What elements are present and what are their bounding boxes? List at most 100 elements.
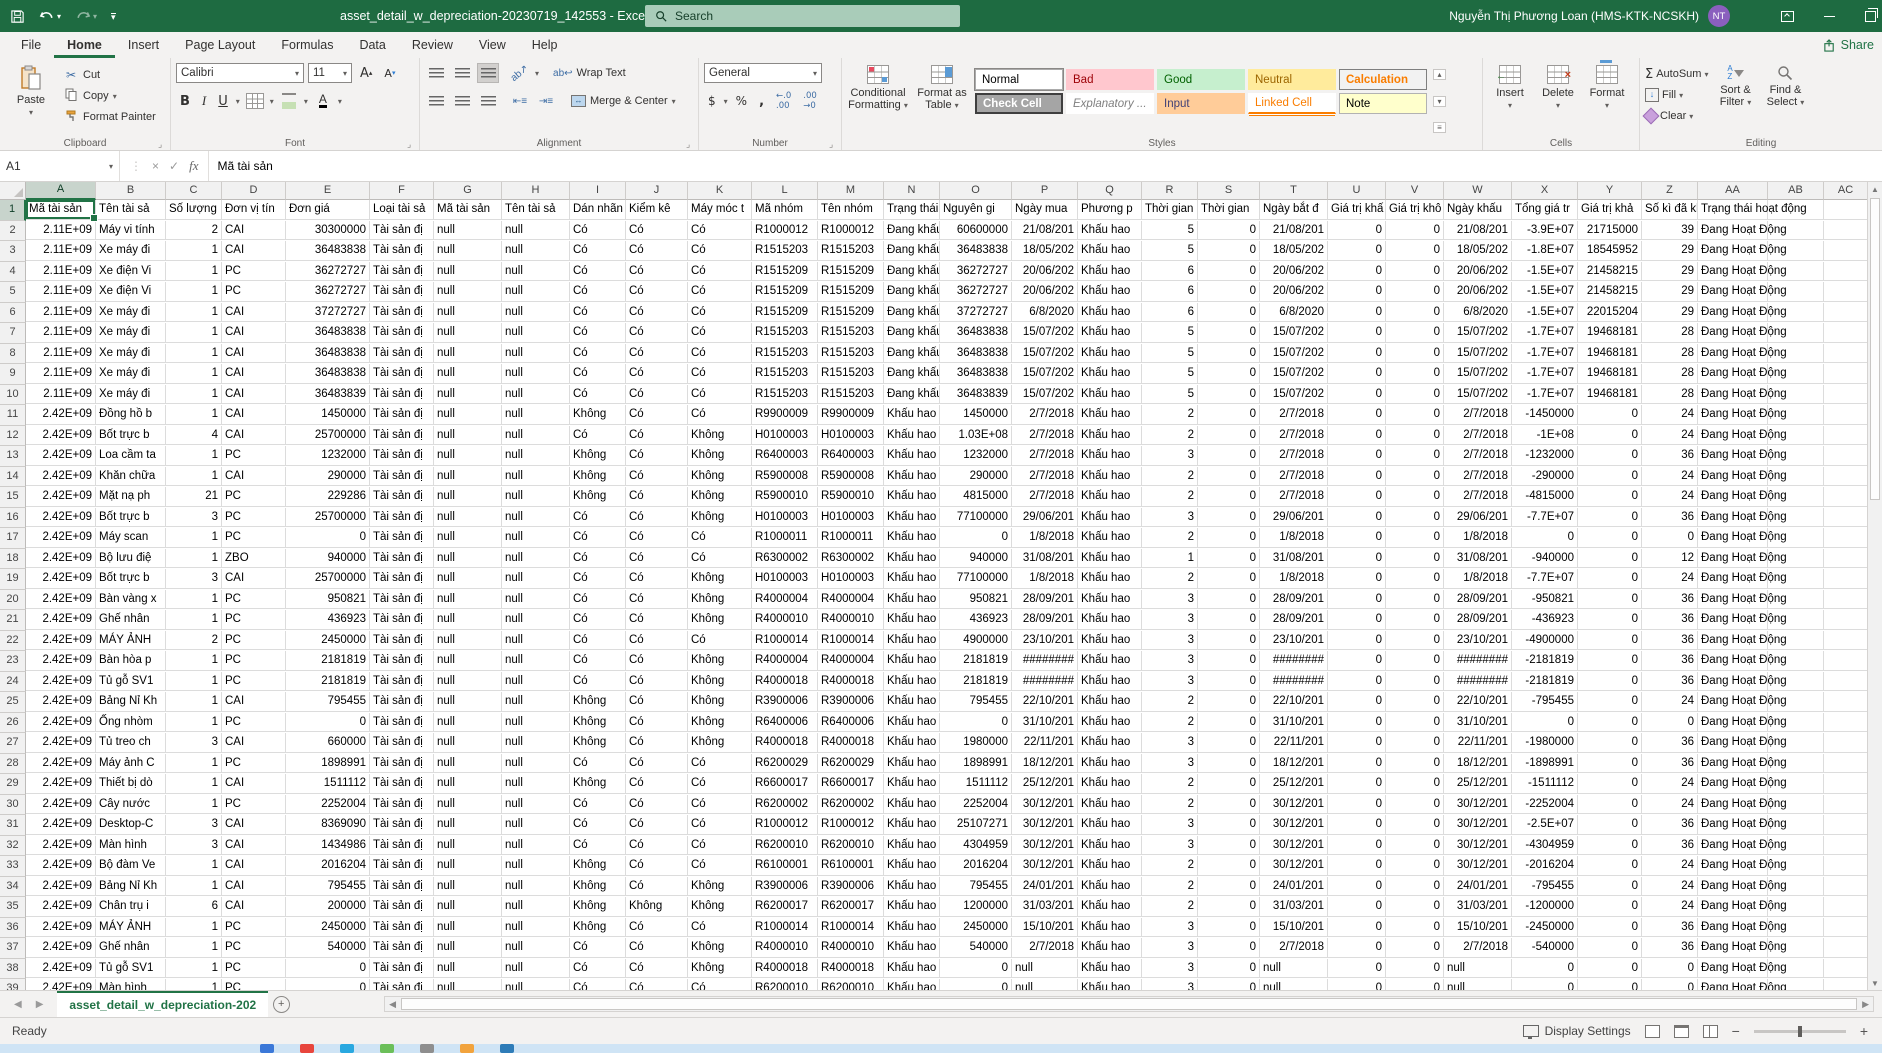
cell-J2[interactable]: Có: [626, 221, 688, 241]
cell-L12[interactable]: H0100003: [752, 426, 818, 446]
cell-U6[interactable]: 0: [1328, 303, 1386, 323]
cell-W22[interactable]: 23/10/201: [1444, 631, 1512, 651]
cell-A32[interactable]: 2.42E+09: [26, 836, 96, 856]
cell-F12[interactable]: Tài sản đị: [370, 426, 434, 446]
cell-E13[interactable]: 1232000: [286, 446, 370, 466]
cell-L34[interactable]: R3900006: [752, 877, 818, 897]
scroll-up-button[interactable]: ▲: [1868, 182, 1882, 196]
cell-K15[interactable]: Không: [688, 487, 752, 507]
cell-I23[interactable]: Có: [570, 651, 626, 671]
cell-B12[interactable]: Bốt trực b: [96, 426, 166, 446]
cell-AC9[interactable]: [1824, 364, 1867, 384]
cell-Z5[interactable]: 29: [1642, 282, 1698, 302]
zoom-slider-thumb[interactable]: [1798, 1026, 1802, 1037]
cell-A30[interactable]: 2.42E+09: [26, 795, 96, 815]
cell-S21[interactable]: 0: [1198, 610, 1260, 630]
column-header-L[interactable]: L: [752, 182, 818, 200]
bold-button[interactable]: B: [176, 91, 194, 111]
cell-S3[interactable]: 0: [1198, 241, 1260, 261]
cell-L26[interactable]: R6400006: [752, 713, 818, 733]
cell-E26[interactable]: 0: [286, 713, 370, 733]
cell-W20[interactable]: 28/09/201: [1444, 590, 1512, 610]
cell-Q13[interactable]: Khấu hao: [1078, 446, 1142, 466]
cell-C22[interactable]: 2: [166, 631, 222, 651]
row-header-6[interactable]: 6: [0, 303, 26, 324]
cell-I22[interactable]: Có: [570, 631, 626, 651]
cell-K14[interactable]: Không: [688, 467, 752, 487]
redo-button[interactable]: ▾: [75, 9, 97, 23]
cell-G28[interactable]: null: [434, 754, 502, 774]
cell-B31[interactable]: Desktop-C: [96, 815, 166, 835]
cell-I28[interactable]: Có: [570, 754, 626, 774]
cell-T39[interactable]: null: [1260, 979, 1328, 990]
wrap-text-button[interactable]: ab↩Wrap Text: [551, 64, 628, 82]
cell-J6[interactable]: Có: [626, 303, 688, 323]
cell-G10[interactable]: null: [434, 385, 502, 405]
cell-E11[interactable]: 1450000: [286, 405, 370, 425]
cell-J18[interactable]: Có: [626, 549, 688, 569]
cell-J8[interactable]: Có: [626, 344, 688, 364]
cell-N28[interactable]: Khấu hao: [884, 754, 940, 774]
cell-F14[interactable]: Tài sản đị: [370, 467, 434, 487]
paste-dropdown[interactable]: ▾: [29, 108, 33, 117]
row-header-21[interactable]: 21: [0, 610, 26, 631]
cell-C31[interactable]: 3: [166, 815, 222, 835]
cell-D16[interactable]: PC: [222, 508, 286, 528]
cell-U30[interactable]: 0: [1328, 795, 1386, 815]
row-header-5[interactable]: 5: [0, 282, 26, 303]
cell-Y4[interactable]: 21458215: [1578, 262, 1642, 282]
cell-J4[interactable]: Có: [626, 262, 688, 282]
cell-AA5[interactable]: Đang Hoạt Động: [1698, 282, 1768, 302]
cell-A6[interactable]: 2.11E+09: [26, 303, 96, 323]
cell-P30[interactable]: 30/12/201: [1012, 795, 1078, 815]
cell-N13[interactable]: Khấu hao: [884, 446, 940, 466]
cell-W16[interactable]: 29/06/201: [1444, 508, 1512, 528]
row-header-33[interactable]: 33: [0, 856, 26, 877]
tab-page-layout[interactable]: Page Layout: [172, 32, 268, 58]
align-left-button[interactable]: [425, 91, 447, 111]
cell-Q11[interactable]: Khấu hao: [1078, 405, 1142, 425]
cell-X11[interactable]: -1450000: [1512, 405, 1578, 425]
cell-S22[interactable]: 0: [1198, 631, 1260, 651]
cell-H1[interactable]: Tên tài sả: [502, 200, 570, 220]
cell-T32[interactable]: 30/12/201: [1260, 836, 1328, 856]
row-header-35[interactable]: 35: [0, 897, 26, 918]
cell-P24[interactable]: ########: [1012, 672, 1078, 692]
cell-AA14[interactable]: Đang Hoạt Động: [1698, 467, 1768, 487]
cell-AA8[interactable]: Đang Hoạt Động: [1698, 344, 1768, 364]
cell-J16[interactable]: Có: [626, 508, 688, 528]
cell-Z38[interactable]: 0: [1642, 959, 1698, 979]
delete-cells-button[interactable]: × Delete▾: [1536, 61, 1580, 135]
cell-B9[interactable]: Xe máy đi: [96, 364, 166, 384]
cell-D3[interactable]: CAI: [222, 241, 286, 261]
cell-AC32[interactable]: [1824, 836, 1867, 856]
cell-V27[interactable]: 0: [1386, 733, 1444, 753]
cell-P39[interactable]: null: [1012, 979, 1078, 990]
cell-C4[interactable]: 1: [166, 262, 222, 282]
cell-O28[interactable]: 1898991: [940, 754, 1012, 774]
cell-E39[interactable]: 0: [286, 979, 370, 990]
cell-B7[interactable]: Xe máy đi: [96, 323, 166, 343]
cell-N3[interactable]: Đang khấu: [884, 241, 940, 261]
cell-M18[interactable]: R6300002: [818, 549, 884, 569]
cell-V35[interactable]: 0: [1386, 897, 1444, 917]
conditional-formatting-button[interactable]: ConditionalFormatting ▾: [847, 61, 909, 135]
cell-P15[interactable]: 2/7/2018: [1012, 487, 1078, 507]
cell-T25[interactable]: 22/10/201: [1260, 692, 1328, 712]
cell-W4[interactable]: 20/06/202: [1444, 262, 1512, 282]
cell-C9[interactable]: 1: [166, 364, 222, 384]
vertical-scrollbar[interactable]: ▲ ▼: [1867, 182, 1882, 990]
cell-M35[interactable]: R6200017: [818, 897, 884, 917]
row-header-18[interactable]: 18: [0, 549, 26, 570]
cell-K16[interactable]: Không: [688, 508, 752, 528]
cell-R38[interactable]: 3: [1142, 959, 1198, 979]
cell-I4[interactable]: Có: [570, 262, 626, 282]
cell-E1[interactable]: Đơn giá: [286, 200, 370, 220]
cell-G37[interactable]: null: [434, 938, 502, 958]
cell-X28[interactable]: -1898991: [1512, 754, 1578, 774]
cell-Z17[interactable]: 0: [1642, 528, 1698, 548]
cell-AC21[interactable]: [1824, 610, 1867, 630]
cell-X6[interactable]: -1.5E+07: [1512, 303, 1578, 323]
row-header-27[interactable]: 27: [0, 733, 26, 754]
cell-V39[interactable]: 0: [1386, 979, 1444, 990]
